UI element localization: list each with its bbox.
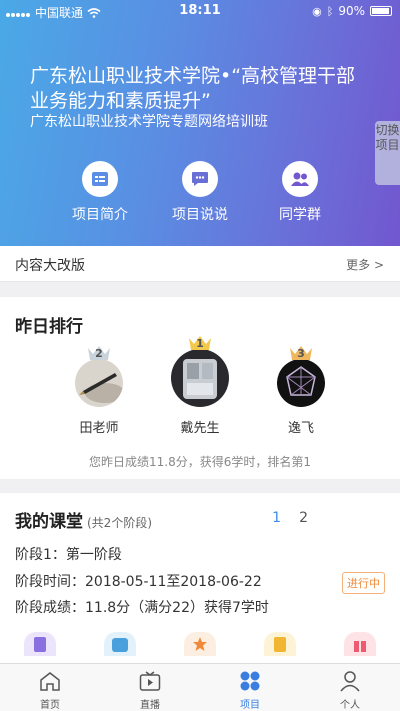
silver-crown-icon: 2 bbox=[86, 344, 112, 361]
rank-item[interactable]: 3 逸飞 bbox=[261, 346, 341, 436]
grid-icon bbox=[240, 671, 260, 691]
ranking-title: 昨日排行 bbox=[15, 317, 83, 337]
project-talk-button[interactable]: 项目说说 bbox=[155, 161, 245, 224]
quick-entry[interactable] bbox=[104, 632, 136, 656]
document-icon bbox=[92, 172, 108, 186]
yesterday-ranking-card: 昨日排行 2 田老师 1 戴先生 3 逸飞 您昨日成绩11.8分，获得6学时，排… bbox=[0, 297, 400, 479]
classmates-group-label: 同学群 bbox=[279, 207, 321, 223]
status-bar: 中国联通 18:11 ◉ ᛒ 90% bbox=[0, 0, 400, 22]
project-title: 广东松山职业技术学院•“高校管理干部业务能力和素质提升” bbox=[30, 65, 356, 112]
quick-entry[interactable] bbox=[344, 632, 376, 656]
more-link[interactable]: 更多 > bbox=[346, 256, 384, 273]
stage-time: 阶段时间：2018-05-11至2018-06-22 bbox=[15, 574, 262, 590]
location-icon: ◉ bbox=[312, 4, 322, 18]
rank-item[interactable]: 1 戴先生 bbox=[160, 336, 240, 436]
page-1-button[interactable]: 1 bbox=[272, 510, 281, 526]
tab-project[interactable]: 项目 bbox=[210, 669, 290, 711]
bronze-crown-icon: 3 bbox=[288, 344, 314, 361]
avatar bbox=[171, 349, 229, 407]
classmates-group-button[interactable]: 同学群 bbox=[255, 161, 345, 224]
star-icon bbox=[193, 637, 207, 651]
person-icon bbox=[340, 671, 360, 692]
quick-entry[interactable] bbox=[184, 632, 216, 656]
chat-icon bbox=[192, 172, 208, 186]
gold-crown-icon: 1 bbox=[187, 334, 213, 351]
tab-home[interactable]: 首页 bbox=[10, 669, 90, 711]
group-icon bbox=[291, 172, 309, 186]
stage-score: 阶段成绩：11.8分（满分22）获得7学时 bbox=[15, 600, 269, 616]
project-intro-button[interactable]: 项目简介 bbox=[55, 161, 145, 224]
message-icon bbox=[112, 638, 128, 652]
switch-project-button[interactable]: 切换项目 bbox=[375, 121, 400, 185]
project-header: 中国联通 18:11 ◉ ᛒ 90% 广东松山职业技术学院•“高校管理干部业务能… bbox=[0, 0, 400, 246]
home-icon bbox=[40, 672, 60, 691]
tab-personal[interactable]: 个人 bbox=[310, 669, 390, 711]
stage-pager: 12 bbox=[254, 510, 308, 526]
avatar bbox=[75, 359, 123, 407]
tv-icon bbox=[139, 671, 161, 691]
classroom-title: 我的课堂 (共2个阶段) bbox=[15, 512, 152, 532]
book-icon bbox=[34, 637, 46, 652]
battery-icon bbox=[370, 6, 392, 16]
avatar bbox=[277, 359, 325, 407]
notebook-icon bbox=[274, 637, 286, 652]
rank-item[interactable]: 2 田老师 bbox=[59, 346, 139, 436]
my-classroom-card: 我的课堂 (共2个阶段) 12 阶段1：第一阶段 阶段时间：2018-05-11至… bbox=[0, 493, 400, 663]
project-subtitle: 广东松山职业技术学院专题网络培训班 bbox=[30, 114, 268, 130]
notice-bar[interactable]: 内容大改版 更多 > bbox=[0, 246, 400, 282]
quick-entry[interactable] bbox=[24, 632, 56, 656]
bottom-tab-bar: 首页 直播 项目 个人 bbox=[0, 663, 400, 711]
project-intro-label: 项目简介 bbox=[72, 207, 128, 223]
rank-name: 田老师 bbox=[79, 421, 119, 436]
battery-percent: 90% bbox=[338, 4, 365, 18]
rank-name: 戴先生 bbox=[180, 421, 220, 436]
gift-icon bbox=[354, 641, 366, 652]
ranking-summary: 您昨日成绩11.8分，获得6学时，排名第1 bbox=[89, 455, 311, 469]
project-talk-label: 项目说说 bbox=[172, 207, 228, 223]
stage-name: 阶段1：第一阶段 bbox=[15, 547, 122, 563]
notice-text: 内容大改版 bbox=[15, 258, 85, 274]
stage-count: (共2个阶段) bbox=[87, 516, 152, 530]
tab-live[interactable]: 直播 bbox=[110, 669, 190, 711]
page-2-button[interactable]: 2 bbox=[299, 510, 308, 526]
bluetooth-icon: ᛒ bbox=[326, 4, 334, 18]
quick-entry[interactable] bbox=[264, 632, 296, 656]
status-badge: 进行中 bbox=[342, 572, 385, 594]
rank-name: 逸飞 bbox=[287, 421, 314, 436]
